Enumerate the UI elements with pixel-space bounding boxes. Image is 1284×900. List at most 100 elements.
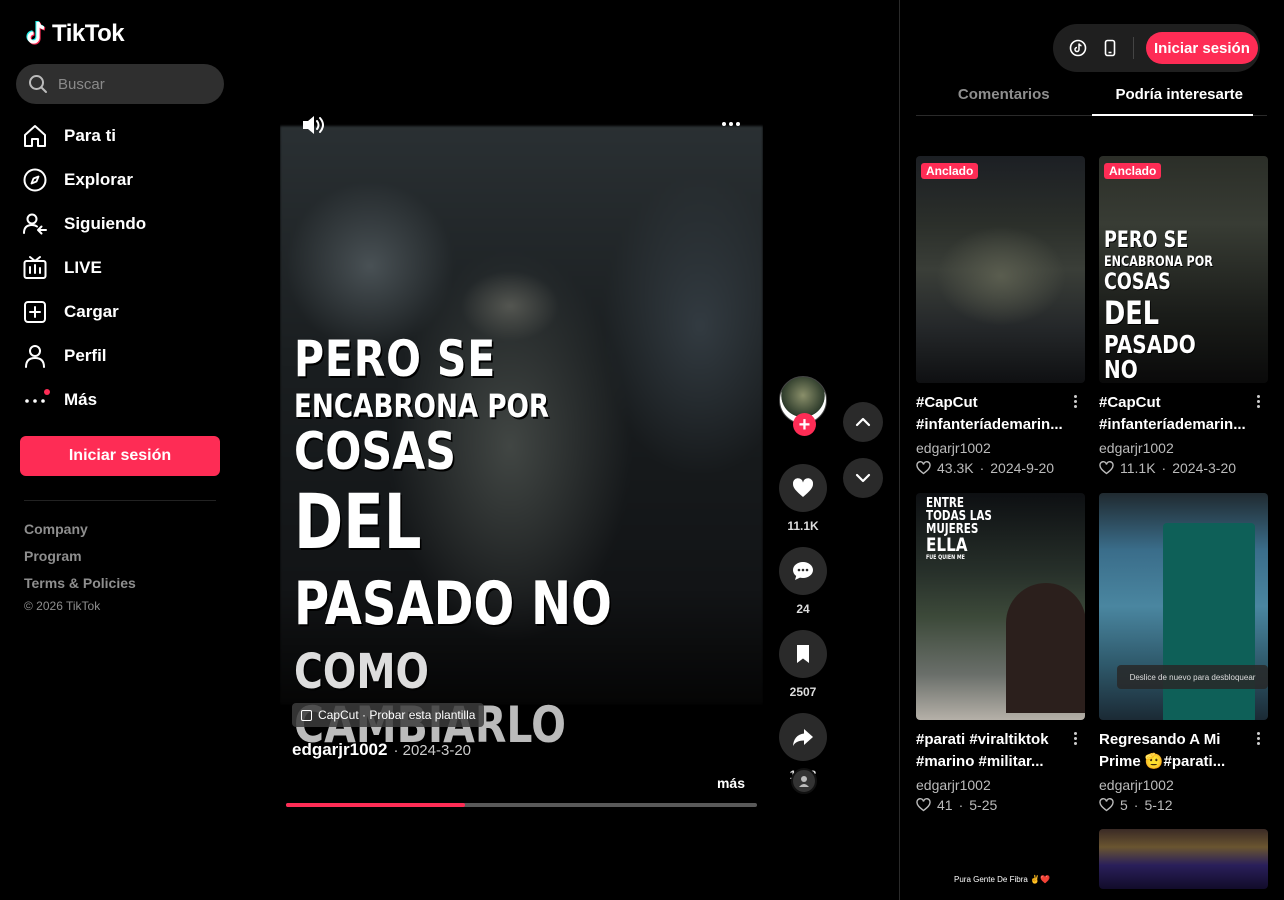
like-button[interactable] bbox=[779, 464, 827, 512]
thumb-line: ENCABRONA POR bbox=[1104, 254, 1213, 270]
nav-label: Explorar bbox=[64, 170, 133, 189]
tiktok-app: TikTok Para ti Explorar bbox=[0, 0, 1284, 900]
next-video-button[interactable] bbox=[843, 458, 883, 498]
title-line: #parati #viraltiktok bbox=[916, 731, 1049, 748]
overlay-line: PERO SE bbox=[294, 330, 497, 388]
related-video-card[interactable] bbox=[1099, 829, 1268, 889]
video-author-line: edgarjr1002 · 2024-3-20 bbox=[292, 740, 471, 760]
heart-outline-icon bbox=[1099, 461, 1114, 475]
video-author[interactable]: edgarjr1002 bbox=[292, 740, 387, 760]
compass-icon bbox=[22, 167, 48, 193]
title-line: #marino #militar... bbox=[916, 753, 1044, 770]
capcut-template-tag[interactable]: CapCut · Probar esta plantilla bbox=[292, 703, 485, 727]
nav-label: Siguiendo bbox=[64, 214, 147, 233]
share-button[interactable] bbox=[779, 713, 827, 761]
previous-video-button[interactable] bbox=[843, 402, 883, 442]
heart-outline-icon bbox=[916, 798, 931, 812]
video-title[interactable]: Regresando A Mi Prime 🫡#parati... bbox=[1099, 729, 1249, 773]
video-title[interactable]: #parati #viraltiktok #marino #militar... bbox=[916, 729, 1066, 773]
nav-item-mas[interactable]: Más bbox=[22, 378, 146, 422]
follow-plus-icon[interactable]: + bbox=[793, 413, 816, 436]
nav-item-live[interactable]: LIVE bbox=[22, 246, 146, 290]
video-title[interactable]: #CapCut #infanteríademarin... bbox=[916, 392, 1066, 436]
tiktok-logo[interactable]: TikTok bbox=[24, 20, 125, 48]
related-video-card[interactable]: Pura Gente De Fibra ✌️❤️ bbox=[916, 829, 1085, 889]
search-input[interactable] bbox=[58, 75, 208, 93]
video-progress-bar[interactable] bbox=[286, 803, 757, 807]
top-login-button[interactable]: Iniciar sesión bbox=[1146, 32, 1258, 64]
related-video-card[interactable]: PERO SE ENCABRONA POR COSAS DEL PASADO N… bbox=[1099, 156, 1268, 478]
music-disc-icon[interactable] bbox=[791, 768, 817, 794]
nav-item-para-ti[interactable]: Para ti bbox=[22, 114, 146, 158]
heart-outline-icon bbox=[916, 461, 931, 475]
related-video-card[interactable]: ENTRE TODAS LAS MUJERES ELLA FUE QUIEN M… bbox=[916, 493, 1085, 815]
footer-link-company[interactable]: Company bbox=[24, 516, 136, 543]
video-thumbnail[interactable]: ENTRE TODAS LAS MUJERES ELLA FUE QUIEN M… bbox=[916, 493, 1085, 720]
sidebar-login-button[interactable]: Iniciar sesión bbox=[20, 436, 220, 476]
thumbnail-text: PERO SE ENCABRONA POR COSAS DEL PASADO N… bbox=[1104, 228, 1268, 383]
author-avatar[interactable]: + bbox=[779, 376, 827, 436]
video-title[interactable]: #CapCut #infanteríademarin... bbox=[1099, 392, 1249, 436]
more-options-icon[interactable] bbox=[719, 114, 743, 134]
video-overlay-text: PERO SE ENCABRONA POR COSAS DEL PASADO N… bbox=[294, 334, 691, 750]
video-date: 2024-3-20 bbox=[1172, 460, 1237, 476]
following-icon bbox=[22, 211, 48, 237]
related-video-card[interactable]: Anclado #CapCut #infanteríademarin... ed… bbox=[916, 156, 1085, 478]
thumb-line: PERO SE bbox=[1104, 228, 1189, 253]
save-button[interactable] bbox=[779, 630, 827, 678]
video-thumbnail[interactable]: PERO SE ENCABRONA POR COSAS DEL PASADO N… bbox=[1099, 156, 1268, 383]
tab-podria-interesarte[interactable]: Podría interesarte bbox=[1091, 74, 1268, 116]
share-icon bbox=[793, 729, 813, 746]
video-author[interactable]: edgarjr1002 bbox=[916, 438, 1085, 458]
video-thumbnail[interactable]: Anclado bbox=[916, 156, 1085, 383]
overlay-line: ENCABRONA POR bbox=[294, 387, 550, 425]
sidebar-divider bbox=[24, 500, 216, 501]
card-more-icon[interactable] bbox=[1250, 392, 1266, 410]
title-line: Regresando A Mi bbox=[1099, 731, 1221, 748]
tiktok-coin-icon[interactable] bbox=[1067, 37, 1089, 59]
more-caption-link[interactable]: más bbox=[717, 775, 745, 791]
thumb-line: FUE QUIEN ME bbox=[926, 554, 965, 561]
thumbnail-text: ENTRE TODAS LAS MUJERES ELLA FUE QUIEN M… bbox=[926, 497, 1008, 561]
sidebar: TikTok Para ti Explorar bbox=[0, 0, 240, 900]
video-thumbnail[interactable]: Pura Gente De Fibra ✌️❤️ bbox=[916, 829, 1085, 889]
thumb-line: ELLA bbox=[926, 534, 968, 556]
video-author[interactable]: edgarjr1002 bbox=[1099, 438, 1268, 458]
mobile-app-icon[interactable] bbox=[1099, 37, 1121, 59]
tab-comentarios[interactable]: Comentarios bbox=[916, 74, 1092, 115]
card-more-icon[interactable] bbox=[1250, 729, 1266, 747]
video-player[interactable]: PERO SE ENCABRONA POR COSAS DEL PASADO N… bbox=[280, 94, 763, 810]
top-actions-pill: Iniciar sesión bbox=[1053, 24, 1260, 72]
volume-icon[interactable] bbox=[300, 112, 326, 138]
thumb-line: DEL bbox=[1104, 294, 1160, 332]
search-bar[interactable] bbox=[16, 64, 224, 104]
video-author[interactable]: edgarjr1002 bbox=[1099, 775, 1268, 795]
meta-separator: · bbox=[1161, 460, 1167, 476]
related-video-card[interactable]: Deslice de nuevo para desbloquear Regres… bbox=[1099, 493, 1268, 815]
pinned-badge: Anclado bbox=[921, 163, 979, 179]
thumbnail-image bbox=[1163, 523, 1255, 720]
card-more-icon[interactable] bbox=[1067, 392, 1083, 410]
card-more-icon[interactable] bbox=[1067, 729, 1083, 747]
video-progress-fill bbox=[286, 803, 465, 807]
thumb-line: PASADO NO bbox=[1104, 330, 1196, 383]
video-author[interactable]: edgarjr1002 bbox=[916, 775, 1085, 795]
overlay-line: COSAS bbox=[294, 422, 456, 482]
comment-icon bbox=[793, 562, 813, 580]
video-thumbnail[interactable] bbox=[1099, 829, 1268, 889]
upload-icon bbox=[22, 299, 48, 325]
video-thumbnail[interactable]: Deslice de nuevo para desbloquear bbox=[1099, 493, 1268, 720]
nav-item-explorar[interactable]: Explorar bbox=[22, 158, 146, 202]
footer-link-program[interactable]: Program bbox=[24, 543, 136, 570]
nav-item-siguiendo[interactable]: Siguiendo bbox=[22, 202, 146, 246]
sidebar-footer: Company Program Terms & Policies © 2026 … bbox=[24, 516, 136, 613]
footer-link-terms[interactable]: Terms & Policies bbox=[24, 570, 136, 597]
comment-button[interactable] bbox=[779, 547, 827, 595]
overlay-line: DEL bbox=[294, 477, 422, 566]
video-stats: 11.1K · 2024-3-20 bbox=[1099, 458, 1268, 478]
nav-item-perfil[interactable]: Perfil bbox=[22, 334, 146, 378]
meta-separator: · bbox=[979, 460, 985, 476]
nav-item-cargar[interactable]: Cargar bbox=[22, 290, 146, 334]
right-panel-tabs: Comentarios Podría interesarte bbox=[916, 74, 1267, 116]
video-date: 2024-9-20 bbox=[990, 460, 1055, 476]
